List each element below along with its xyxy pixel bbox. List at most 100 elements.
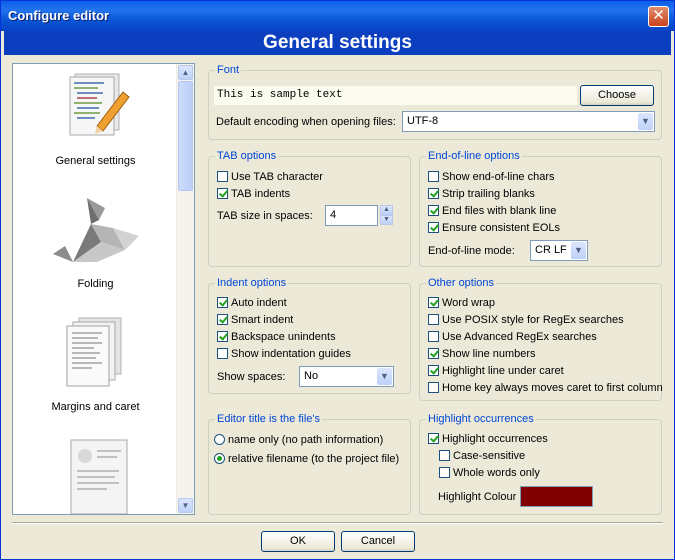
auto-indent-checkbox[interactable]: Auto indent xyxy=(217,297,287,313)
highlight-line-checkbox[interactable]: Highlight line under caret xyxy=(428,365,564,381)
checkbox-box[interactable] xyxy=(428,171,439,182)
sidebar-item-page-preview[interactable] xyxy=(13,434,178,514)
radio-circle[interactable] xyxy=(214,453,225,464)
checkbox-label: Show line numbers xyxy=(442,348,536,360)
checkbox-box[interactable] xyxy=(428,297,439,308)
checkbox-label: TAB indents xyxy=(231,188,291,200)
spin-up-icon[interactable]: ▲ xyxy=(380,205,393,215)
chevron-down-icon: ▼ xyxy=(377,368,392,385)
editor-title-group: Editor title is the file's name only (no… xyxy=(208,413,411,515)
highlight-colour-button[interactable] xyxy=(520,486,593,507)
show-spaces-select[interactable]: No ▼ xyxy=(299,366,394,387)
checkbox-box[interactable] xyxy=(428,382,439,393)
checkbox-label: Highlight occurrences xyxy=(442,433,548,445)
settings-category-list[interactable]: General settings Folding Margins and car… xyxy=(12,63,195,515)
choose-font-button[interactable]: Choose xyxy=(580,85,654,106)
checkbox-box[interactable] xyxy=(439,450,450,461)
title-bar[interactable]: Configure editor ✕ xyxy=(1,1,674,31)
posix-regex-checkbox[interactable]: Use POSIX style for RegEx searches xyxy=(428,314,624,330)
sidebar-scrollbar[interactable]: ▲ ▼ xyxy=(176,64,194,514)
tab-size-label: TAB size in spaces: xyxy=(217,210,313,222)
whole-words-checkbox[interactable]: Whole words only xyxy=(439,467,540,483)
sidebar-item-general-settings[interactable] xyxy=(13,68,178,158)
checkbox-label: Strip trailing blanks xyxy=(442,188,535,200)
encoding-select[interactable]: UTF-8 ▼ xyxy=(402,111,655,132)
cancel-button[interactable]: Cancel xyxy=(341,531,415,552)
checkbox-box[interactable] xyxy=(217,297,228,308)
tab-size-input[interactable]: 4 xyxy=(325,205,378,226)
indentation-guides-checkbox[interactable]: Show indentation guides xyxy=(217,348,351,364)
tab-indents-checkbox[interactable]: TAB indents xyxy=(217,188,290,204)
checkbox-box[interactable] xyxy=(428,433,439,444)
checkbox-label: Home key always moves caret to first col… xyxy=(442,382,663,394)
checkbox-label: Show end-of-line chars xyxy=(442,171,555,183)
ensure-eol-checkbox[interactable]: Ensure consistent EOLs xyxy=(428,222,560,238)
checkbox-box[interactable] xyxy=(428,314,439,325)
checkbox-box[interactable] xyxy=(217,348,228,359)
highlight-colour-label: Highlight Colour xyxy=(438,491,517,503)
home-key-checkbox[interactable]: Home key always moves caret to first col… xyxy=(428,382,663,398)
radio-circle[interactable] xyxy=(214,434,225,445)
sidebar-item-folding[interactable] xyxy=(13,188,178,278)
show-spaces-label: Show spaces: xyxy=(217,371,286,383)
other-options-title: Other options xyxy=(426,277,497,289)
eol-options-title: End-of-line options xyxy=(426,150,522,162)
checkbox-box[interactable] xyxy=(428,205,439,216)
checkbox-label: Highlight line under caret xyxy=(442,365,564,377)
close-button[interactable]: ✕ xyxy=(648,6,669,27)
sidebar-item-margins-caret[interactable] xyxy=(13,312,178,402)
checkbox-box[interactable] xyxy=(428,365,439,376)
checkbox-box[interactable] xyxy=(439,467,450,478)
show-eol-checkbox[interactable]: Show end-of-line chars xyxy=(428,171,555,187)
radio-label: name only (no path information) xyxy=(228,434,384,446)
checkbox-label: Show indentation guides xyxy=(231,348,351,360)
smart-indent-checkbox[interactable]: Smart indent xyxy=(217,314,293,330)
indent-options-group: Indent options Auto indent Smart indent … xyxy=(208,277,411,394)
general-settings-icon xyxy=(69,73,130,136)
relative-filename-radio[interactable]: relative filename (to the project file) xyxy=(214,453,399,469)
backspace-unindents-checkbox[interactable]: Backspace unindents xyxy=(217,331,336,347)
chevron-down-icon: ▼ xyxy=(638,113,653,130)
chevron-down-icon: ▼ xyxy=(181,501,190,510)
checkbox-label: Ensure consistent EOLs xyxy=(442,222,561,234)
checkbox-box[interactable] xyxy=(428,222,439,233)
case-sensitive-checkbox[interactable]: Case-sensitive xyxy=(439,450,525,466)
eol-mode-value: CR LF xyxy=(535,244,567,256)
eol-mode-select[interactable]: CR LF ▼ xyxy=(530,240,588,261)
scroll-up-button[interactable]: ▲ xyxy=(178,65,193,80)
checkbox-box[interactable] xyxy=(428,348,439,359)
name-only-radio[interactable]: name only (no path information) xyxy=(214,434,383,450)
ok-button[interactable]: OK xyxy=(261,531,335,552)
eol-options-group: End-of-line options Show end-of-line cha… xyxy=(419,150,662,267)
editor-title-title: Editor title is the file's xyxy=(215,413,322,425)
window-title: Configure editor xyxy=(8,8,110,23)
checkbox-box[interactable] xyxy=(428,331,439,342)
end-blank-line-checkbox[interactable]: End files with blank line xyxy=(428,205,556,221)
encoding-value: UTF-8 xyxy=(407,115,439,127)
strip-trailing-checkbox[interactable]: Strip trailing blanks xyxy=(428,188,535,204)
margins-caret-icon xyxy=(66,317,122,387)
encoding-label: Default encoding when opening files: xyxy=(216,116,396,128)
line-numbers-checkbox[interactable]: Show line numbers xyxy=(428,348,536,364)
spin-down-icon[interactable]: ▼ xyxy=(380,215,393,225)
checkbox-label: Auto indent xyxy=(231,297,287,309)
font-group: Font This is sample text Choose Default … xyxy=(208,64,662,140)
radio-label: relative filename (to the project file) xyxy=(228,453,400,465)
checkbox-label: Backspace unindents xyxy=(231,331,336,343)
use-tab-checkbox[interactable]: Use TAB character xyxy=(217,171,323,187)
checkbox-label: End files with blank line xyxy=(442,205,557,217)
checkbox-box[interactable] xyxy=(217,188,228,199)
scroll-thumb[interactable] xyxy=(178,81,193,191)
advanced-regex-checkbox[interactable]: Use Advanced RegEx searches xyxy=(428,331,597,347)
folding-icon xyxy=(53,198,139,262)
page-title: General settings xyxy=(4,31,671,55)
tab-size-spinner[interactable]: ▲ ▼ xyxy=(380,205,393,225)
checkbox-box[interactable] xyxy=(217,314,228,325)
checkbox-box[interactable] xyxy=(217,171,228,182)
word-wrap-checkbox[interactable]: Word wrap xyxy=(428,297,495,313)
highlight-occurrences-checkbox[interactable]: Highlight occurrences xyxy=(428,433,548,449)
sidebar-item-label: Folding xyxy=(77,278,114,290)
checkbox-box[interactable] xyxy=(217,331,228,342)
scroll-down-button[interactable]: ▼ xyxy=(178,498,193,513)
checkbox-box[interactable] xyxy=(428,188,439,199)
